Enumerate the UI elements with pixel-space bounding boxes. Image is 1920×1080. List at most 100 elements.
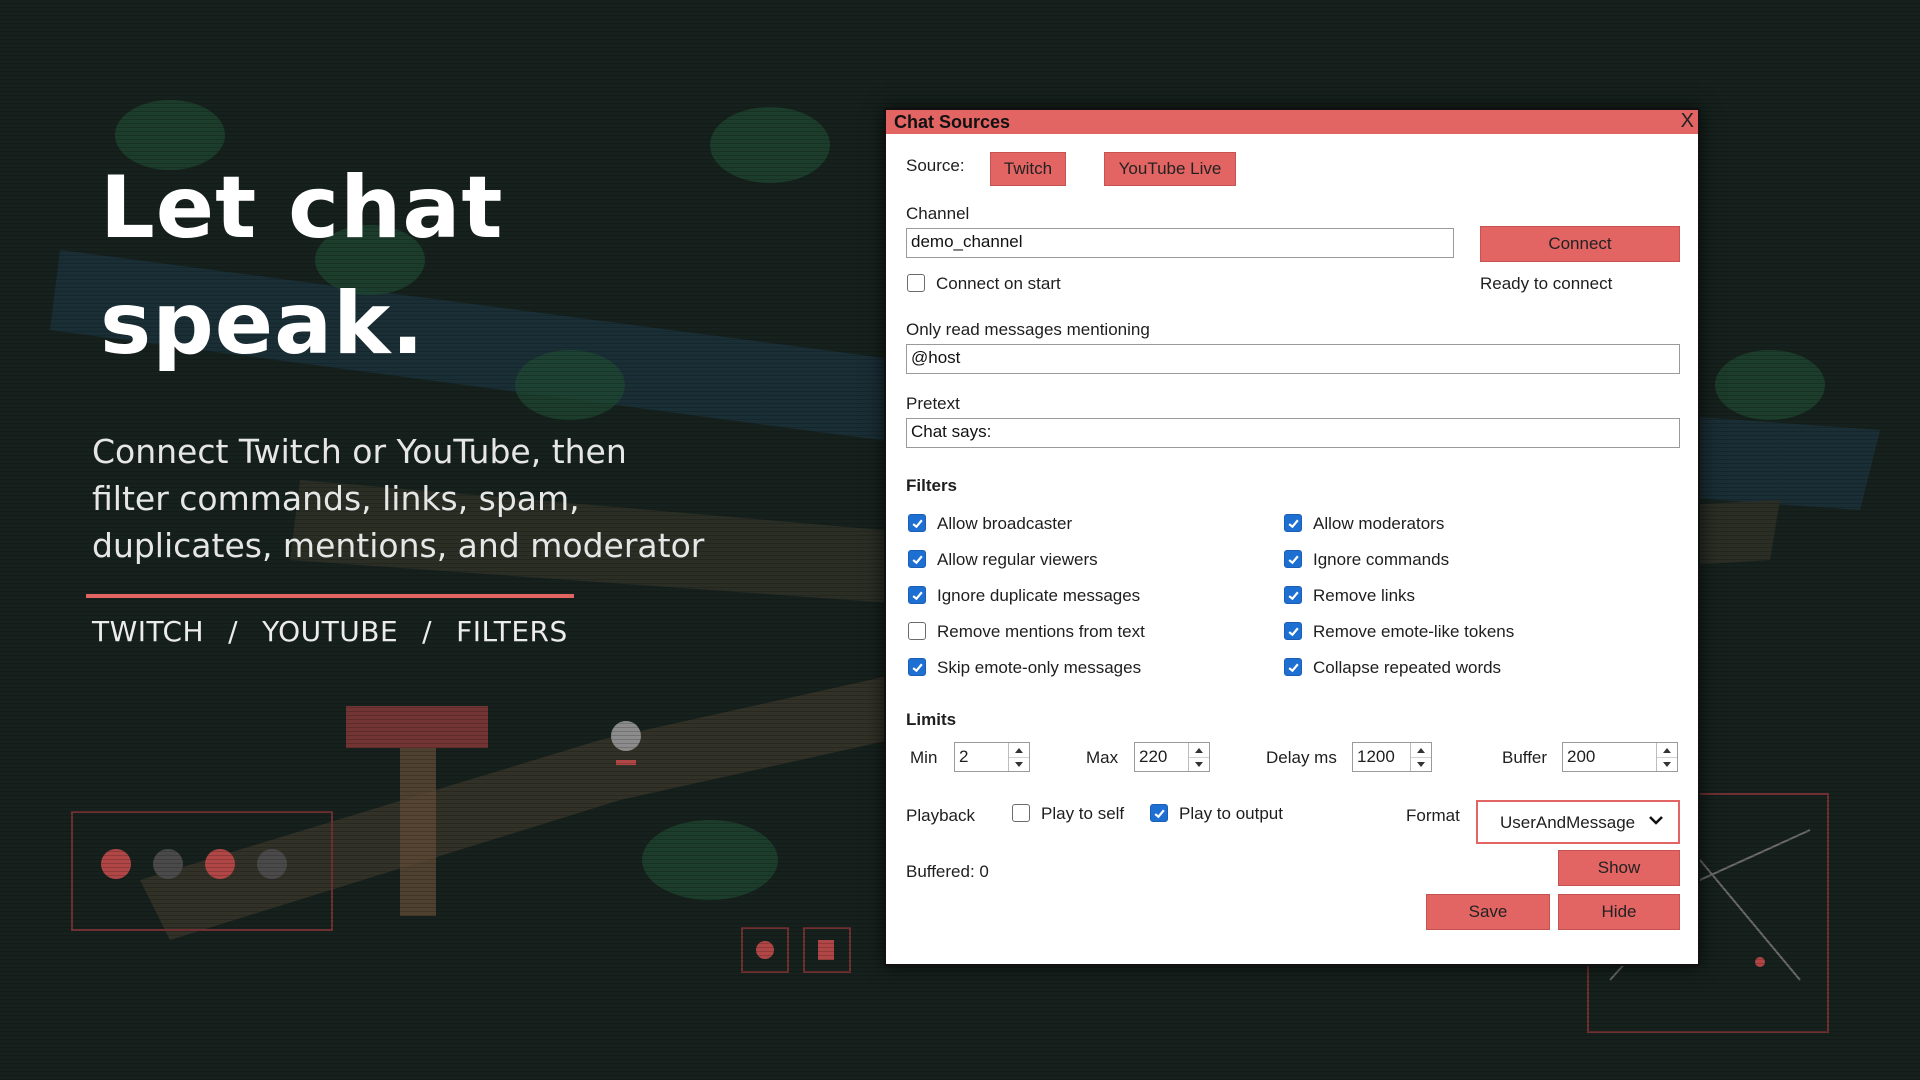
max-increment-button[interactable] [1189,743,1209,758]
delay-label: Delay ms [1266,748,1337,767]
min-value: 2 [959,747,969,766]
checkmark-icon [911,663,923,672]
skip-emote-only-label: Skip emote-only messages [937,658,1142,677]
hero-title-line-1: Let chat [100,158,504,258]
arrow-up-icon [1417,747,1425,753]
allow-moderators-checkbox[interactable] [1284,514,1302,532]
chat-sources-window: Chat Sources X Source: Twitch YouTube Li… [884,108,1700,966]
tag-separator: / [422,615,433,648]
remove-links-label: Remove links [1313,586,1416,605]
remove-emote-tokens-checkbox[interactable] [1284,622,1302,640]
hero-tags: TWITCH / YOUTUBE / FILTERS [92,615,568,648]
format-select[interactable]: UserAndMessage [1476,800,1680,844]
arrow-down-icon [1663,761,1671,767]
hero-divider [86,594,574,598]
tag-youtube: YOUTUBE [262,615,399,648]
hero-subtitle-line-2: filter commands, links, spam, [92,479,580,518]
ignore-duplicate-messages-label: Ignore duplicate messages [937,586,1141,605]
checkmark-icon [1287,555,1299,564]
arrow-down-icon [1417,761,1425,767]
checkmark-icon [1287,519,1299,528]
connect-on-start-label: Connect on start [936,274,1061,293]
checkmark-icon [911,519,923,528]
buffer-label: Buffer [1502,748,1548,767]
youtube-live-source-button[interactable]: YouTube Live [1104,152,1236,186]
allow-regular-viewers-label: Allow regular viewers [937,550,1098,569]
max-value: 220 [1139,747,1168,766]
filters-heading: Filters [906,476,958,495]
allow-regular-viewers-checkbox[interactable] [908,550,926,568]
min-increment-button[interactable] [1009,743,1029,758]
play-to-output-checkbox[interactable] [1150,804,1168,822]
tag-filters: FILTERS [456,615,568,648]
hide-button[interactable]: Hide [1558,894,1680,930]
delay-stepper[interactable]: 1200 [1352,742,1432,772]
max-decrement-button[interactable] [1189,757,1209,771]
channel-input[interactable]: demo_channel [906,228,1454,258]
checkmark-icon [1287,627,1299,636]
hero-subtitle: Connect Twitch or YouTube, then filter c… [92,428,712,569]
checkmark-icon [1287,591,1299,600]
connect-button[interactable]: Connect [1480,226,1680,262]
play-to-self-checkbox[interactable] [1012,804,1030,822]
max-stepper[interactable]: 220 [1134,742,1210,772]
buffer-value: 200 [1567,747,1596,766]
ignore-commands-checkbox[interactable] [1284,550,1302,568]
remove-mentions-label: Remove mentions from text [937,622,1145,641]
checkmark-icon [1287,663,1299,672]
buffer-decrement-button[interactable] [1657,757,1677,771]
checkmark-icon [911,591,923,600]
allow-broadcaster-checkbox[interactable] [908,514,926,532]
playback-label: Playback [906,806,975,825]
buffer-stepper[interactable]: 200 [1562,742,1678,772]
min-stepper[interactable]: 2 [954,742,1030,772]
max-label: Max [1086,748,1119,767]
window-title: Chat Sources [894,112,1011,132]
delay-increment-button[interactable] [1411,743,1431,758]
channel-label: Channel [906,204,970,223]
min-label: Min [910,748,938,767]
chevron-down-icon [1649,816,1663,825]
pretext-label: Pretext [906,394,960,413]
twitch-source-button[interactable]: Twitch [990,152,1066,186]
skip-emote-only-checkbox[interactable] [908,658,926,676]
arrow-up-icon [1663,747,1671,753]
arrow-down-icon [1195,761,1203,767]
min-decrement-button[interactable] [1009,757,1029,771]
mention-filter-input[interactable]: @host [906,344,1680,374]
close-icon[interactable]: X [1681,110,1694,133]
format-label: Format [1406,806,1460,825]
pretext-input[interactable]: Chat says: [906,418,1680,448]
buffer-increment-button[interactable] [1657,743,1677,758]
remove-mentions-checkbox[interactable] [908,622,926,640]
ignore-commands-label: Ignore commands [1313,550,1450,569]
save-button[interactable]: Save [1426,894,1550,930]
hero-subtitle-line-1: Connect Twitch or YouTube, then [92,432,627,471]
delay-value: 1200 [1357,747,1395,766]
hero-subtitle-line-3: duplicates, mentions, and moderator [92,526,705,565]
play-to-self-label: Play to self [1041,804,1125,823]
ignore-duplicate-messages-checkbox[interactable] [908,586,926,604]
play-to-output-label: Play to output [1179,804,1283,823]
checkmark-icon [1153,809,1165,818]
format-value: UserAndMessage [1500,813,1636,832]
show-button[interactable]: Show [1558,850,1680,886]
source-label: Source: [906,156,965,175]
arrow-down-icon [1015,761,1023,767]
connect-on-start-checkbox[interactable] [907,274,925,292]
limits-heading: Limits [906,710,957,729]
delay-decrement-button[interactable] [1411,757,1431,771]
buffered-count: Buffered: 0 [906,862,989,881]
allow-broadcaster-label: Allow broadcaster [937,514,1073,533]
arrow-up-icon [1195,747,1203,753]
allow-moderators-label: Allow moderators [1313,514,1445,533]
hero-title-line-2: speak. [100,274,425,374]
title-bar[interactable]: Chat Sources X [886,110,1698,134]
collapse-repeated-words-label: Collapse repeated words [1313,658,1502,677]
connection-status: Ready to connect [1480,274,1613,293]
tag-separator: / [228,615,239,648]
remove-links-checkbox[interactable] [1284,586,1302,604]
checkmark-icon [911,555,923,564]
collapse-repeated-words-checkbox[interactable] [1284,658,1302,676]
arrow-up-icon [1015,747,1023,753]
